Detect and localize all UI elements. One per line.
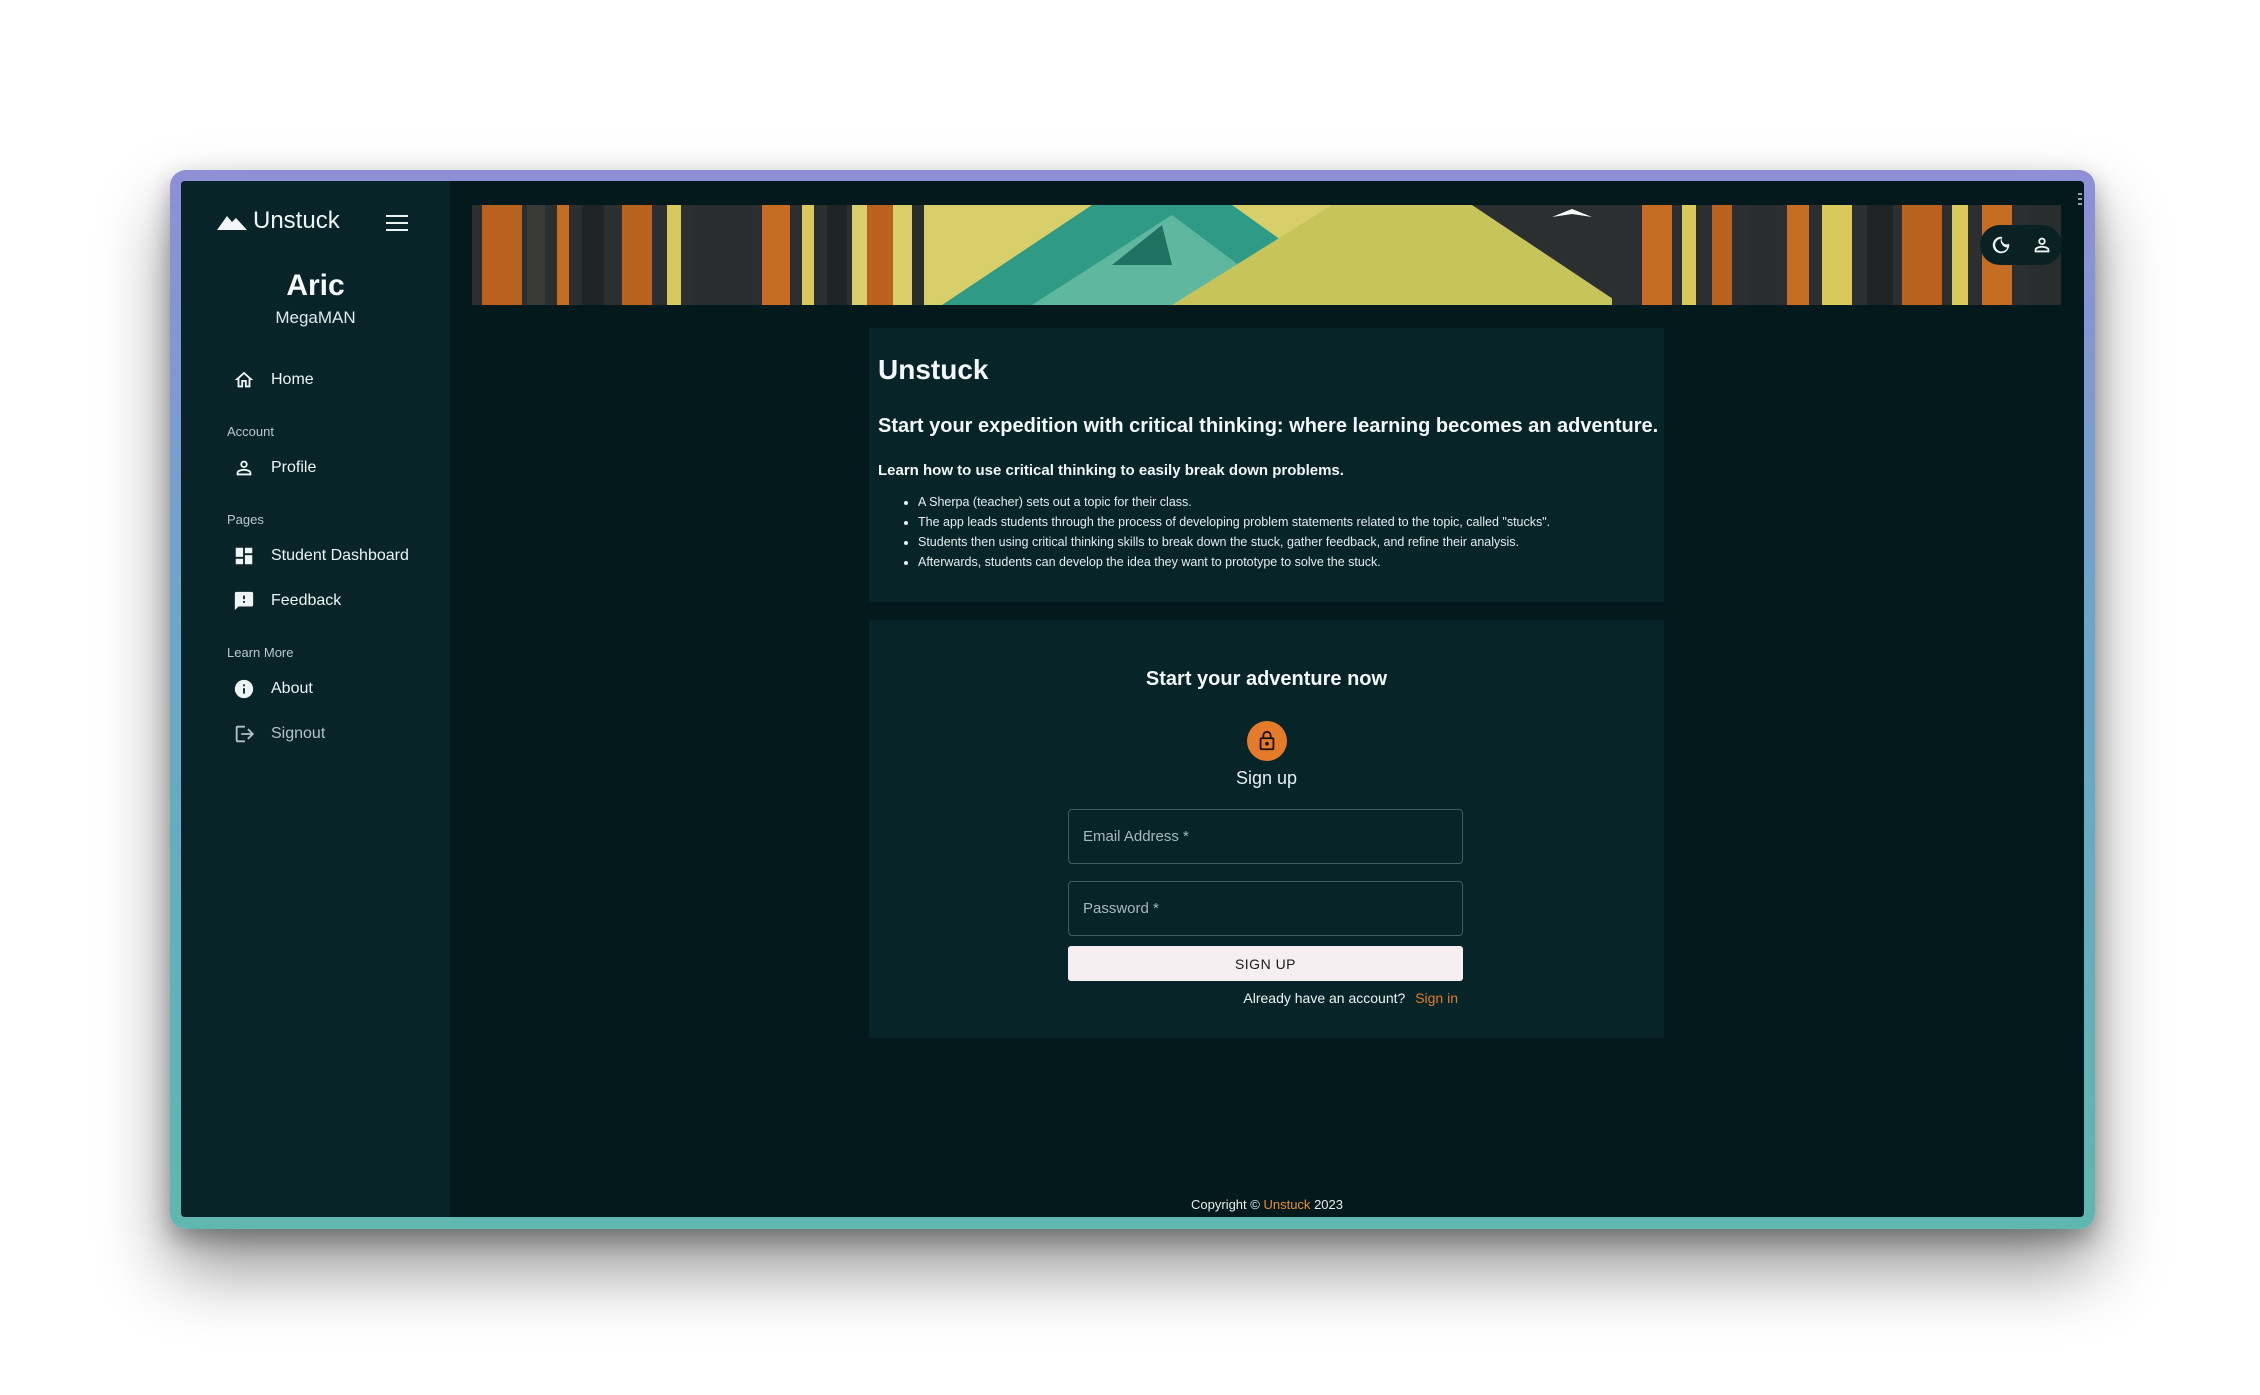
brand-logo[interactable]: Unstuck	[217, 207, 340, 235]
sidebar: Unstuck Aric MegaMAN Home Account Profil…	[181, 181, 450, 1217]
user-name: Aric	[286, 269, 345, 302]
list-item: Students then using critical thinking sk…	[918, 532, 1550, 552]
signin-prompt: Already have an account? Sign in	[1243, 990, 1458, 1006]
person-icon	[236, 460, 252, 476]
signup-card: Start your adventure now Sign up SIGN UP…	[869, 620, 1664, 1038]
list-item: Afterwards, students can develop the ide…	[918, 552, 1550, 572]
header-actions	[1980, 225, 2062, 265]
sign-in-link[interactable]: Sign in	[1415, 990, 1458, 1006]
email-field[interactable]	[1068, 809, 1463, 864]
sidebar-item-label: Student Dashboard	[271, 547, 409, 564]
intro-headline: Start your expedition with critical thin…	[878, 415, 1659, 437]
home-icon	[234, 371, 254, 388]
sidebar-item-label: Signout	[271, 725, 326, 742]
sidebar-item-feedback[interactable]: Feedback	[233, 590, 341, 612]
lock-icon	[1259, 730, 1275, 751]
scrollbar-handle[interactable]	[2078, 193, 2082, 207]
footer: Copyright © Unstuck 2023	[450, 1197, 2084, 1212]
signup-card-title: Start your adventure now	[1145, 668, 1388, 690]
menu-toggle-icon[interactable]	[386, 215, 408, 231]
sidebar-item-label: Profile	[271, 459, 317, 476]
intro-card: Unstuck Start your expedition with criti…	[869, 328, 1664, 602]
sidebar-item-home[interactable]: Home	[233, 369, 314, 391]
footer-copyright: Copyright ©	[1191, 1197, 1260, 1212]
signin-prompt-text: Already have an account?	[1243, 990, 1406, 1006]
password-field[interactable]	[1068, 881, 1463, 936]
account-icon[interactable]	[2031, 234, 2053, 256]
window-frame: Unstuck Aric MegaMAN Home Account Profil…	[170, 170, 2095, 1229]
info-icon	[234, 679, 254, 699]
section-label-learn-more: Learn More	[227, 645, 294, 660]
signup-subtitle: Sign up	[1235, 768, 1298, 788]
intro-lead: Learn how to use critical thinking to ea…	[878, 462, 1344, 479]
sidebar-item-profile[interactable]: Profile	[233, 457, 316, 479]
sidebar-item-about[interactable]: About	[233, 678, 313, 700]
footer-brand-link[interactable]: Unstuck	[1263, 1197, 1310, 1212]
mountain-icon	[217, 216, 247, 230]
dark-mode-icon[interactable]	[1990, 234, 2012, 256]
sign-up-button[interactable]: SIGN UP	[1068, 946, 1463, 981]
sidebar-item-signout[interactable]: Signout	[233, 723, 325, 745]
brand-name: Unstuck	[253, 207, 340, 234]
section-label-account: Account	[227, 424, 274, 439]
app-window: Unstuck Aric MegaMAN Home Account Profil…	[181, 181, 2084, 1217]
header-banner	[472, 205, 2061, 305]
list-item: The app leads students through the proce…	[918, 512, 1550, 532]
logout-icon	[235, 725, 255, 743]
intro-bullet-list: A Sherpa (teacher) sets out a topic for …	[878, 492, 1550, 572]
feedback-icon	[234, 591, 254, 611]
sidebar-item-label: Home	[271, 371, 314, 388]
lock-avatar	[1247, 721, 1287, 761]
forest-illustration	[472, 205, 2061, 305]
footer-year: 2023	[1314, 1197, 1343, 1212]
intro-title: Unstuck	[878, 354, 989, 385]
sidebar-item-label: Feedback	[271, 592, 342, 609]
section-label-pages: Pages	[227, 512, 264, 527]
sidebar-item-student-dashboard[interactable]: Student Dashboard	[233, 545, 409, 567]
user-role: MegaMAN	[275, 308, 356, 327]
dashboard-icon	[235, 547, 253, 565]
sidebar-item-label: About	[271, 680, 313, 697]
list-item: A Sherpa (teacher) sets out a topic for …	[918, 492, 1550, 512]
